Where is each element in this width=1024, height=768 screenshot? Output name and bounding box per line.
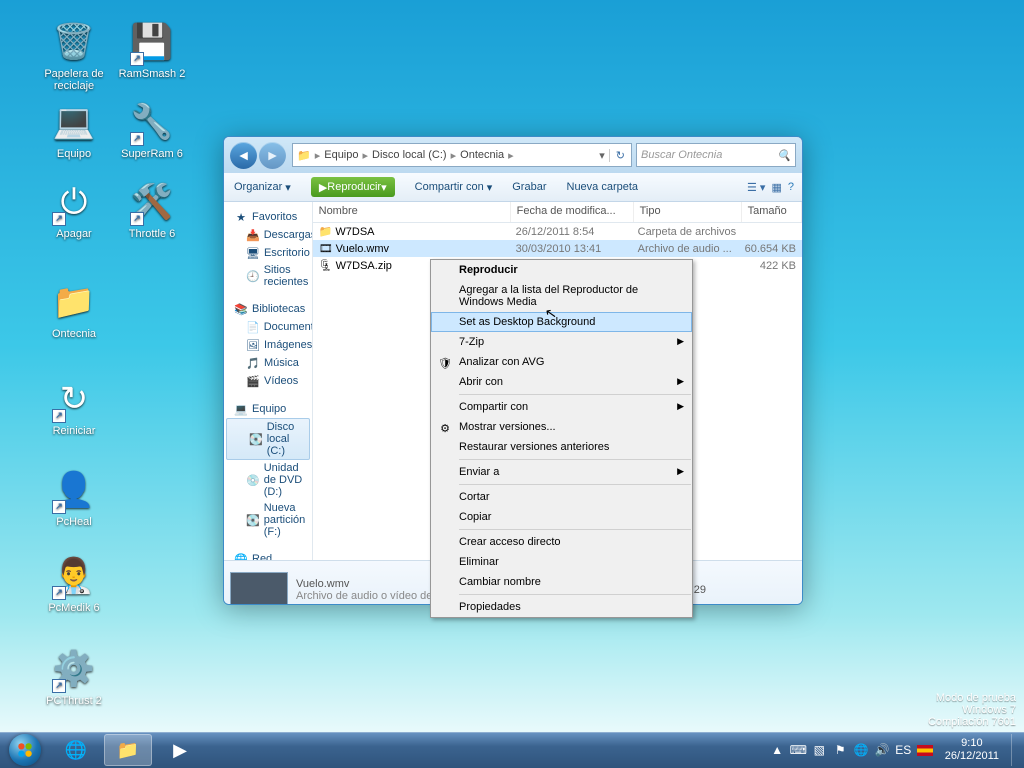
desktop-icon[interactable]: 📁Ontecnia [36,278,112,340]
nav-favorites-header[interactable]: ★Favoritos [224,208,312,226]
refresh-icon[interactable]: ↻ [609,149,631,162]
desktop-icon[interactable]: 💾↗RamSmash 2 [114,18,190,80]
context-menu-item[interactable]: Compartir con▶ [431,397,692,417]
nav-libraries-header[interactable]: 📚Bibliotecas [224,300,312,318]
nav-desktop[interactable]: 🖥Escritorio [224,244,312,262]
tray-keyboard-icon[interactable]: ⌨ [791,743,806,758]
col-type[interactable]: Tipo [634,202,742,222]
desktop-icon[interactable]: ↻↗Reiniciar [36,375,112,437]
context-menu-item[interactable]: Reproducir [431,260,692,280]
nav-music[interactable]: 🎵Música [224,354,312,372]
nav-downloads[interactable]: 📥Descargas [224,226,312,244]
context-menu-item[interactable]: Cambiar nombre [431,572,692,592]
desktop-icon[interactable]: 💻Equipo [36,98,112,160]
col-date[interactable]: Fecha de modifica... [511,202,634,222]
context-menu-item[interactable]: Abrir con▶ [431,372,692,392]
file-thumbnail [230,572,288,606]
context-menu-item[interactable]: 7-Zip▶ [431,332,692,352]
forward-button[interactable]: ► [259,142,286,169]
tray-gpu-icon[interactable]: ▧ [812,743,827,758]
column-headers[interactable]: Nombre Fecha de modifica... Tipo Tamaño [313,202,802,223]
desktop-icon[interactable]: 🔧↗SuperRam 6 [114,98,190,160]
nav-videos[interactable]: 🎬Vídeos [224,372,312,390]
search-placeholder: Buscar Ontecnia [641,149,722,161]
desktop-icon[interactable]: ⚙️↗PCThrust 2 [36,645,112,707]
titlebar[interactable]: ◄ ► 📁 ▸ Equipo▸ Disco local (C:)▸ Ontecn… [224,137,802,173]
search-input[interactable]: Buscar Ontecnia 🔍 [636,143,796,167]
tray-flag-icon[interactable] [917,745,933,756]
context-menu[interactable]: ReproducirAgregar a la lista del Reprodu… [430,259,693,618]
desktop-icon[interactable]: 🗑️Papelera de reciclaje [36,18,112,92]
nav-drive-f[interactable]: 💽Nueva partición (F:) [224,500,312,540]
back-button[interactable]: ◄ [230,142,257,169]
col-size[interactable]: Tamaño [742,202,802,222]
desktop-icon[interactable]: ⏻↗Apagar [36,178,112,240]
file-row[interactable]: 🎞 Vuelo.wmv30/03/2010 13:41Archivo de au… [313,240,802,257]
watermark: Modo de prueba Windows 7 Compilación 760… [928,692,1016,728]
address-bar[interactable]: 📁 ▸ Equipo▸ Disco local (C:)▸ Ontecnia▸ … [292,143,632,167]
tray-show-hidden[interactable]: ▲ [770,743,785,758]
toolbar: Organizar ▾ ▶ Reproducir ▾ Compartir con… [224,173,802,202]
breadcrumb[interactable]: Disco local (C:) [368,149,451,161]
desktop-icon[interactable]: 🛠️↗Throttle 6 [114,178,190,240]
nav-recent[interactable]: 🕘Sitios recientes [224,262,312,290]
tray-network-icon[interactable]: 🌐 [854,743,869,758]
desktop-icon[interactable]: 👨‍⚕️↗PcMedik 6 [36,552,112,614]
share-button[interactable]: Compartir con ▾ [405,181,503,194]
taskbar[interactable]: 🌐 📁 ▶ ▲ ⌨ ▧ ⚑ 🌐 🔊 ES 9:1026/12/2011 [0,732,1024,768]
tray-language[interactable]: ES [896,743,911,758]
taskbar-ie[interactable]: 🌐 [52,734,100,766]
context-menu-item[interactable]: Propiedades [431,597,692,617]
addr-dropdown-icon[interactable]: ▾ [595,149,609,162]
new-folder-button[interactable]: Nueva carpeta [557,181,649,193]
context-menu-item[interactable]: Mostrar versiones...⚙ [431,417,692,437]
breadcrumb[interactable]: Equipo [320,149,362,161]
taskbar-explorer[interactable]: 📁 [104,734,152,766]
burn-button[interactable]: Grabar [502,181,556,193]
context-menu-item[interactable]: Restaurar versiones anteriores [431,437,692,457]
nav-drive-c[interactable]: 💽Disco local (C:) [226,418,310,460]
help-button[interactable]: ? [788,181,794,193]
nav-computer-header[interactable]: 💻Equipo [224,400,312,418]
nav-network-header[interactable]: 🌐Red [224,550,312,560]
preview-pane-button[interactable]: ▦ [771,181,781,194]
tray-volume-icon[interactable]: 🔊 [875,743,890,758]
context-menu-item[interactable]: Enviar a▶ [431,462,692,482]
navigation-pane[interactable]: ★Favoritos 📥Descargas 🖥Escritorio 🕘Sitio… [224,202,313,560]
context-menu-item[interactable]: Agregar a la lista del Reproductor de Wi… [431,280,692,312]
context-menu-item[interactable]: Eliminar [431,552,692,572]
context-menu-item[interactable]: Copiar [431,507,692,527]
desktop-icon[interactable]: 👤↗PcHeal [36,466,112,528]
nav-images[interactable]: 🖼Imágenes [224,336,312,354]
organize-button[interactable]: Organizar ▾ [224,181,301,194]
tray-action-center-icon[interactable]: ⚑ [833,743,848,758]
search-icon: 🔍 [777,149,791,162]
context-menu-item[interactable]: Set as Desktop Background [431,312,692,332]
tray-clock[interactable]: 9:1026/12/2011 [939,737,1005,763]
taskbar-wmp[interactable]: ▶ [156,734,204,766]
breadcrumb[interactable]: Ontecnia [456,149,508,161]
nav-documents[interactable]: 📄Documentos [224,318,312,336]
context-menu-item[interactable]: Cortar [431,487,692,507]
start-button[interactable] [0,732,50,768]
view-button[interactable]: ☰ ▾ [747,181,765,194]
context-menu-item[interactable]: Crear acceso directo [431,532,692,552]
col-name[interactable]: Nombre [313,202,511,222]
show-desktop-button[interactable] [1011,734,1020,766]
file-row[interactable]: 📁 W7DSA26/12/2011 8:54Carpeta de archivo… [313,223,802,240]
folder-icon: 📁 [293,149,315,162]
nav-drive-d[interactable]: 💿Unidad de DVD (D:) [224,460,312,500]
system-tray[interactable]: ▲ ⌨ ▧ ⚑ 🌐 🔊 ES 9:1026/12/2011 [770,734,1024,766]
context-menu-item[interactable]: Analizar con AVG🛡 [431,352,692,372]
play-button[interactable]: ▶ Reproducir ▾ [301,177,405,197]
